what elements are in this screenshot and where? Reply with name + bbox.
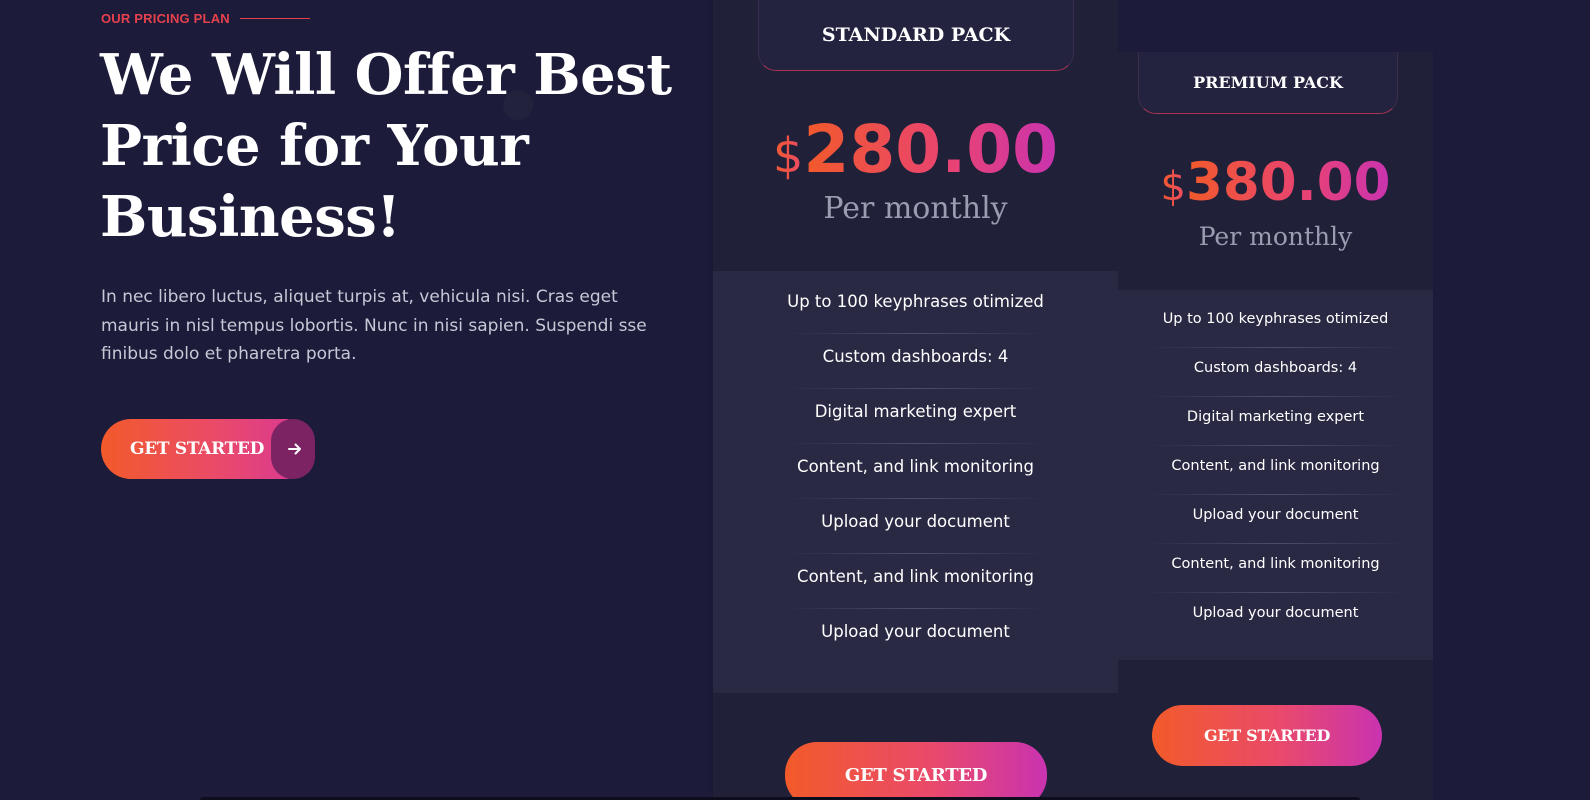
feature-item: Upload your document bbox=[1118, 592, 1433, 641]
eyebrow-rule bbox=[239, 18, 310, 19]
feature-list: Up to 100 keyphrases otimized Custom das… bbox=[713, 271, 1118, 693]
plan-price: $280.00 bbox=[713, 108, 1118, 198]
feature-item: Upload your document bbox=[1118, 494, 1433, 543]
get-started-button[interactable]: GET STARTED bbox=[1152, 705, 1382, 766]
hero-headline: We Will Offer Best Price for Your Busine… bbox=[100, 42, 672, 250]
plan-period: Per monthly bbox=[1198, 222, 1353, 251]
pricing-card-standard: STANDARD PACK $280.00 Per monthly Up to … bbox=[713, 0, 1118, 800]
hero-get-started-button[interactable]: GET STARTED bbox=[101, 419, 315, 479]
get-started-button[interactable]: GET STARTED bbox=[785, 742, 1047, 800]
feature-item: Upload your document bbox=[713, 608, 1118, 663]
plan-name: PREMIUM PACK bbox=[1138, 52, 1398, 114]
feature-item: Content, and link monitoring bbox=[713, 553, 1118, 608]
price-amount: 380.00 bbox=[1185, 152, 1391, 213]
eyebrow-label: OUR PRICING PLAN bbox=[101, 11, 310, 26]
feature-item: Content, and link monitoring bbox=[1118, 543, 1433, 592]
feature-item: Content, and link monitoring bbox=[1118, 445, 1433, 494]
arrow-right-icon bbox=[271, 419, 315, 479]
currency-symbol: $ bbox=[772, 128, 804, 184]
feature-item: Custom dashboards: 4 bbox=[1118, 347, 1433, 396]
hero-description: In nec libero luctus, aliquet turpis at,… bbox=[101, 287, 647, 364]
feature-item: Upload your document bbox=[713, 498, 1118, 553]
pricing-card-premium: PREMIUM PACK $380.00 Per monthly Up to 1… bbox=[1118, 52, 1433, 800]
price-amount: 280.00 bbox=[803, 111, 1059, 188]
feature-item: Up to 100 keyphrases otimized bbox=[787, 292, 1044, 311]
eyebrow-text: OUR PRICING PLAN bbox=[101, 11, 230, 26]
feature-item: Content, and link monitoring bbox=[713, 443, 1118, 498]
feature-item: Up to 100 keyphrases otimized bbox=[1162, 311, 1389, 327]
currency-symbol: $ bbox=[1160, 164, 1186, 210]
feature-list: Up to 100 keyphrases otimized Custom das… bbox=[1118, 290, 1433, 660]
plan-price: $380.00 bbox=[1118, 150, 1433, 220]
plan-period: Per monthly bbox=[823, 191, 1008, 226]
feature-item: Digital marketing expert bbox=[1118, 396, 1433, 445]
plan-name: STANDARD PACK bbox=[758, 0, 1074, 71]
hero-cta-label: GET STARTED bbox=[130, 439, 265, 459]
feature-item: Digital marketing expert bbox=[713, 388, 1118, 443]
feature-item: Custom dashboards: 4 bbox=[713, 333, 1118, 388]
